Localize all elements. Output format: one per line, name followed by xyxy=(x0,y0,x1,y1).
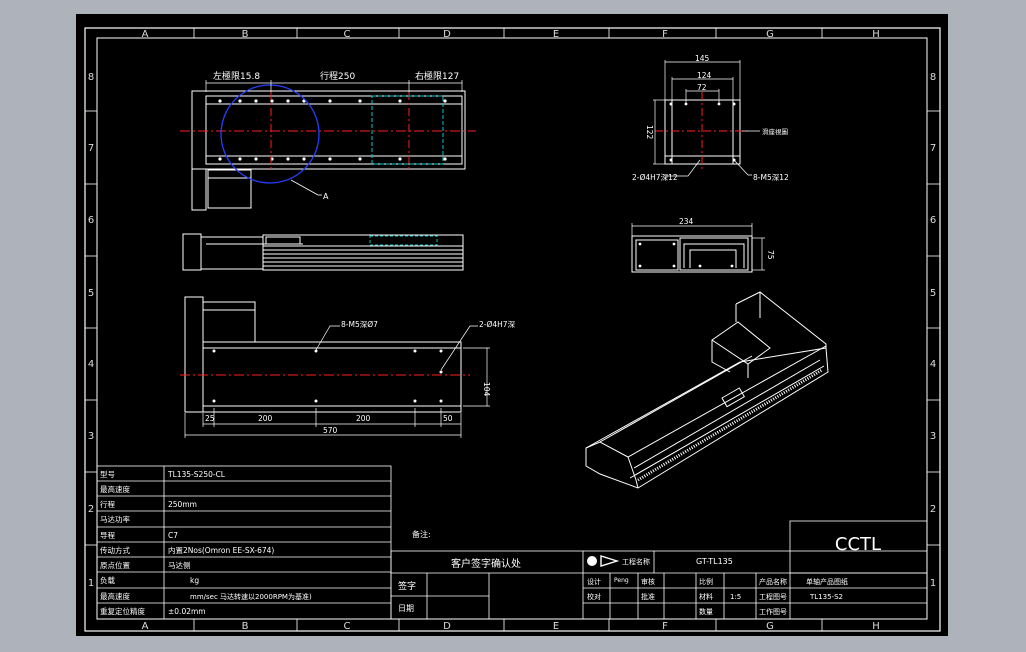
col-g-top: G xyxy=(766,29,774,40)
row-3-right: 3 xyxy=(930,431,936,442)
drawing-code: TL135-S2 xyxy=(809,593,843,601)
ratio-label: 比例 xyxy=(699,577,713,586)
company-name: CCTL xyxy=(835,534,881,555)
row-2-left: 2 xyxy=(88,504,94,515)
sign-label: 签字 xyxy=(398,580,416,592)
col-b-bottom: B xyxy=(242,621,249,632)
dim-145: 145 xyxy=(695,54,710,63)
ratio-value: 1:5 xyxy=(730,593,741,601)
spec-label-3: 马达功率 xyxy=(100,514,130,524)
col-f-bottom: F xyxy=(662,621,668,632)
col-g-bottom: G xyxy=(766,621,774,632)
dim-25: 25 xyxy=(205,414,215,423)
col-h-top: H xyxy=(872,29,880,40)
col-e-bottom: E xyxy=(553,621,559,632)
section-note: 滑座視圖 xyxy=(762,127,788,136)
check-label: 校对 xyxy=(587,592,601,601)
spec-label-9: 重复定位精度 xyxy=(100,606,145,616)
dim-234: 234 xyxy=(679,217,694,226)
section-pin-label: 2-Ø4H7深12 xyxy=(632,173,678,182)
row-1-right: 1 xyxy=(930,578,936,589)
row-4-right: 4 xyxy=(930,359,936,370)
row-6-left: 6 xyxy=(88,215,94,226)
right-limit-label: 右極限127 xyxy=(415,70,459,82)
drawing-no: GT-TL135 xyxy=(696,557,733,566)
left-limit-label: 左極限15.8 xyxy=(213,70,260,82)
date-label: 日期 xyxy=(398,604,414,613)
spec-label-8: 最高速度 xyxy=(100,591,130,601)
col-c-bottom: C xyxy=(344,621,351,632)
row-8-right: 8 xyxy=(930,72,936,83)
row-1-left: 1 xyxy=(88,578,94,589)
col-a-bottom: A xyxy=(142,621,149,632)
spec-label-6: 原点位置 xyxy=(100,560,130,570)
spec-value-8: mm/sec 马达转速以2000RPM为基准) xyxy=(190,592,312,601)
dim-72: 72 xyxy=(697,83,707,92)
col-d-top: D xyxy=(443,29,451,40)
row-4-left: 4 xyxy=(88,359,94,370)
drawing-no-label: 工程名称 xyxy=(622,557,650,566)
approve-label: 批准 xyxy=(641,592,655,601)
row-7-right: 7 xyxy=(930,143,936,154)
designer-name: Peng xyxy=(614,577,629,584)
designer-label: 设计 xyxy=(587,577,601,586)
spec-label-7: 负载 xyxy=(100,575,115,585)
col-f-top: F xyxy=(662,29,668,40)
spec-label-2: 行程 xyxy=(100,499,115,509)
drawing-code-label: 工程图号 xyxy=(759,592,787,601)
product-name-label: 产品名称 xyxy=(759,577,787,586)
spec-label-0: 型号 xyxy=(100,470,115,479)
dim-570: 570 xyxy=(323,426,338,435)
qty-label: 数量 xyxy=(699,607,713,616)
col-h-bottom: H xyxy=(872,621,880,632)
dim-75: 75 xyxy=(766,250,775,260)
col-e-top: E xyxy=(553,29,559,40)
product-name: 单轴产品图纸 xyxy=(806,577,848,586)
dim-124: 124 xyxy=(697,71,712,80)
spec-value-6: 马达侧 xyxy=(168,560,191,570)
dim-200-a: 200 xyxy=(258,414,273,423)
spec-value-2: 250mm xyxy=(168,500,197,509)
spec-label-5: 传动方式 xyxy=(100,545,130,555)
row-5-right: 5 xyxy=(930,288,936,299)
detail-label-a: A xyxy=(323,192,329,201)
row-3-left: 3 xyxy=(88,431,94,442)
sheet-label: 工作图号 xyxy=(759,607,787,616)
spec-label-4: 导程 xyxy=(100,531,115,540)
dim-104: 104 xyxy=(482,382,491,397)
material-label: 材料 xyxy=(699,592,713,601)
mount-holes-label: 8-M5深Ø7 xyxy=(341,320,378,329)
col-b-top: B xyxy=(242,29,249,40)
section-holes-label: 8-M5深12 xyxy=(753,173,789,182)
spec-value-5: 内置2Nos(Omron EE-SX-674) xyxy=(168,545,274,555)
spec-value-9: ±0.02mm xyxy=(168,607,206,616)
audit-label: 审核 xyxy=(641,577,655,586)
spec-value-4: C7 xyxy=(168,531,178,540)
row-7-left: 7 xyxy=(88,143,94,154)
spec-value-7: kg xyxy=(190,576,199,585)
notes-label: 备注: xyxy=(412,529,431,539)
row-6-right: 6 xyxy=(930,215,936,226)
row-5-left: 5 xyxy=(88,288,94,299)
row-2-right: 2 xyxy=(930,504,936,515)
dim-200-b: 200 xyxy=(356,414,371,423)
col-c-top: C xyxy=(344,29,351,40)
drawing-sheet: A B C D E F G H A B C D E F G H 8 7 6 5 … xyxy=(76,14,948,636)
customer-confirm: 客户签字确认处 xyxy=(451,557,521,570)
col-a-top: A xyxy=(142,29,149,40)
row-8-left: 8 xyxy=(88,72,94,83)
spec-label-1: 最高速度 xyxy=(100,484,130,494)
pin-holes-label: 2-Ø4H7深 xyxy=(479,320,516,329)
stroke-label: 行程250 xyxy=(320,70,355,82)
spec-value-0: TL135-S250-CL xyxy=(167,470,226,479)
dim-122: 122 xyxy=(645,125,654,140)
dim-50: 50 xyxy=(443,414,453,423)
col-d-bottom: D xyxy=(443,621,451,632)
